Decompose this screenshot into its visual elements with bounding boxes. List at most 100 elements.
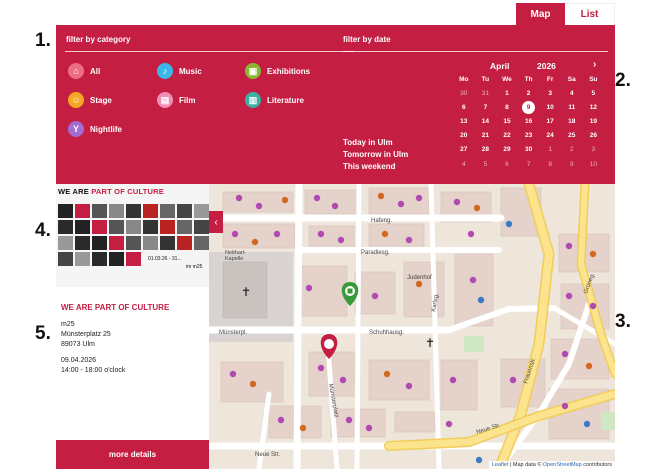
calendar-day[interactable]: 12 [583, 100, 605, 114]
calendar-day[interactable]: 23 [518, 129, 540, 143]
category-label: Film [179, 95, 196, 105]
event-street: Münsterplatz 25 [61, 331, 111, 338]
category-exhibitions[interactable]: ▣ Exhibitions [245, 63, 310, 79]
map-view[interactable]: ✝ ✝ Hafeng. Paradiesg. Judenhof Schuhhau… [209, 184, 615, 469]
event-city: 89073 Ulm [61, 341, 95, 348]
calendar-day[interactable]: 9 [561, 157, 583, 171]
calendar-day[interactable]: 4 [453, 157, 475, 171]
calendar-day[interactable]: 13 [453, 114, 475, 128]
calendar-weekday: Su [589, 76, 598, 83]
calendar-day[interactable]: 28 [475, 143, 497, 157]
calendar-day[interactable]: 25 [561, 129, 583, 143]
calendar-day[interactable]: 5 [475, 157, 497, 171]
calendar-day-number: 10 [546, 103, 554, 111]
calendar-day[interactable]: 1 [539, 143, 561, 157]
calendar-day[interactable]: 7 [475, 100, 497, 114]
calendar-day[interactable]: 29 [496, 143, 518, 157]
calendar-day-number: 15 [503, 117, 511, 125]
calendar-day[interactable]: 10 [539, 100, 561, 114]
category-stage[interactable]: ☺ Stage [68, 92, 112, 108]
calendar-day[interactable]: 3 [583, 143, 605, 157]
cocktail-icon: Y [68, 121, 84, 137]
calendar-day[interactable]: 6 [453, 100, 475, 114]
chevron-right-icon[interactable]: › [593, 59, 596, 70]
poster-photo-tile [92, 204, 107, 218]
calendar-day[interactable]: 7 [518, 157, 540, 171]
calendar-day[interactable]: 18 [561, 114, 583, 128]
calendar-day[interactable]: 16 [518, 114, 540, 128]
quick-date-today[interactable]: Today in Ulm [343, 138, 393, 147]
poster-photo-tile [126, 252, 141, 266]
calendar-day-number: 19 [589, 117, 597, 125]
svg-text:✝: ✝ [425, 336, 435, 350]
calendar-day[interactable]: 8 [496, 100, 518, 114]
attribution-text: | Map data © [508, 462, 543, 468]
date-filter-title: filter by date [343, 35, 391, 44]
poster-photo-tile [143, 220, 158, 234]
poster-photo-tile [58, 204, 73, 218]
street-label: Neue Str. [255, 452, 280, 458]
poster-photo-tile [92, 220, 107, 234]
calendar-day-selected[interactable]: 9 [518, 100, 540, 114]
leaflet-link[interactable]: Leaflet [492, 462, 509, 468]
calendar-day[interactable]: 17 [539, 114, 561, 128]
calendar-day[interactable]: 8 [539, 157, 561, 171]
calendar-day[interactable]: 2 [518, 86, 540, 100]
calendar-day[interactable]: 1 [496, 86, 518, 100]
calendar-day[interactable]: 21 [475, 129, 497, 143]
calendar-weekday: Th [524, 76, 533, 83]
calendar-day[interactable]: 2 [561, 143, 583, 157]
quick-date-tomorrow[interactable]: Tomorrow in Ulm [343, 150, 408, 159]
calendar-day[interactable]: 20 [453, 129, 475, 143]
more-details-button[interactable]: more details [56, 440, 209, 469]
calendar-day[interactable]: 22 [496, 129, 518, 143]
poster-photo-tile [109, 252, 124, 266]
calendar-day-number: 2 [569, 146, 574, 154]
street-label: Paradiesg. [361, 250, 390, 256]
calendar-day[interactable]: 14 [475, 114, 497, 128]
event-venue: m25 [61, 321, 75, 328]
calendar-day-number: 28 [481, 146, 489, 154]
event-title[interactable]: WE ARE PART OF CULTURE [61, 303, 169, 312]
calendar-day[interactable]: 6 [496, 157, 518, 171]
calendar-day-number: 23 [524, 132, 533, 140]
quick-date-weekend[interactable]: This weekend [343, 162, 395, 171]
calendar-day[interactable]: 24 [539, 129, 561, 143]
calendar-day[interactable]: 19 [583, 114, 605, 128]
calendar-day[interactable]: 3 [539, 86, 561, 100]
calendar-day[interactable]: 4 [561, 86, 583, 100]
calendar-day[interactable]: 31 [475, 86, 497, 100]
step-number-3: 3. [615, 311, 631, 332]
calendar-day[interactable]: 30 [518, 143, 540, 157]
event-time: 14:00 - 18:00 o'clock [61, 367, 126, 374]
category-literature[interactable]: ▥ Literature [245, 92, 304, 108]
calendar-day-number: 25 [568, 132, 576, 140]
view-switch: Map List [516, 3, 615, 25]
step-number-2: 2. [615, 70, 631, 91]
calendar-day[interactable]: 11 [561, 100, 583, 114]
calendar-day-number: 5 [591, 89, 596, 97]
chevron-left-icon[interactable]: ‹ [209, 211, 223, 233]
calendar-day[interactable]: 26 [583, 129, 605, 143]
calendar-day[interactable]: 30 [453, 86, 475, 100]
calendar-day-number: 20 [460, 132, 468, 140]
calendar-weekday: Fr [546, 76, 554, 83]
category-film[interactable]: ▤ Film [157, 92, 195, 108]
category-all[interactable]: ⌂ All [68, 63, 100, 79]
street-label: Münsterpl. [219, 330, 247, 336]
category-nightlife[interactable]: Y Nightlife [68, 121, 122, 137]
tab-list[interactable]: List [565, 3, 615, 25]
calendar-day[interactable]: 10 [583, 157, 605, 171]
calendar-day-number: 2 [526, 89, 531, 97]
event-poster[interactable]: WE ARE PART OF CULTURE 01.03.26 - 31... … [56, 184, 209, 287]
tab-map[interactable]: Map [516, 3, 565, 25]
category-music[interactable]: ♪ Music [157, 63, 202, 79]
calendar-day[interactable]: 5 [583, 86, 605, 100]
calendar-day[interactable]: 27 [453, 143, 475, 157]
book-icon: ▥ [245, 92, 261, 108]
map-canvas[interactable]: ✝ ✝ Hafeng. Paradiesg. Judenhof Schuhhau… [209, 184, 615, 469]
calendar-day-number: 30 [524, 146, 533, 154]
calendar-day-number: 18 [568, 117, 576, 125]
osm-link[interactable]: OpenStreetMap [543, 462, 582, 468]
calendar-day[interactable]: 15 [496, 114, 518, 128]
